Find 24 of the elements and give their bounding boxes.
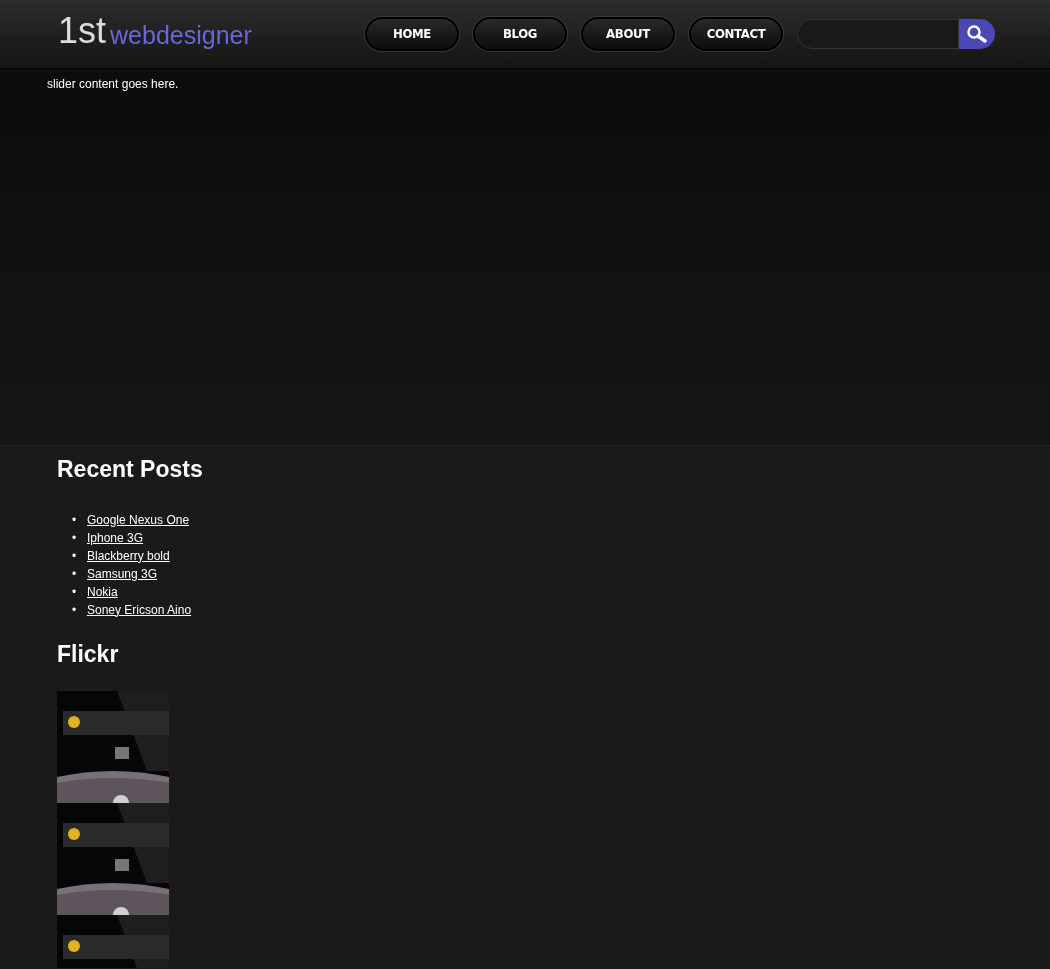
bullet: •: [72, 511, 78, 529]
nav-button[interactable]: HOME: [365, 17, 459, 51]
post-link[interactable]: Nokia: [87, 582, 118, 601]
bullet: •: [72, 601, 78, 619]
bullet: •: [72, 547, 78, 565]
nav-button[interactable]: ABOUT: [581, 17, 675, 51]
section-heading: Recent Posts: [57, 455, 203, 484]
section-heading: Flickr: [57, 639, 119, 669]
post-link[interactable]: Blackberry bold: [87, 546, 170, 565]
nav-button[interactable]: CONTACT: [689, 17, 783, 51]
search-field[interactable]: [797, 19, 959, 49]
post-link[interactable]: Google Nexus One: [87, 510, 190, 529]
post-link[interactable]: Samsung 3G: [87, 564, 158, 583]
bullet: •: [72, 529, 78, 547]
bullet: •: [72, 583, 78, 601]
search-button[interactable]: [959, 19, 995, 49]
slider-text: slider content goes here.: [47, 76, 179, 93]
post-link[interactable]: Soney Ericson Aino: [87, 600, 192, 619]
bullet: •: [72, 565, 78, 583]
logo-prefix: 1st: [58, 13, 107, 49]
logo-name: webdesigner: [110, 23, 252, 48]
search-icon: [966, 24, 988, 44]
nav-button[interactable]: BLOG: [473, 17, 567, 51]
post-link[interactable]: Iphone 3G: [87, 528, 144, 547]
